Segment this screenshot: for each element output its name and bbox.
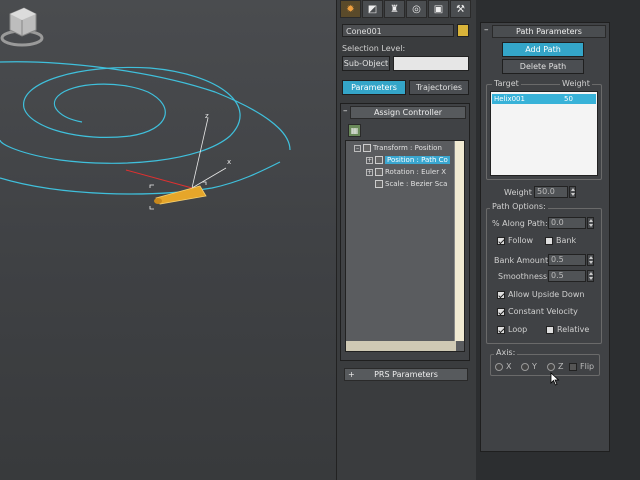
bank-amount-label: Bank Amount: [494, 256, 551, 265]
tree-row[interactable]: + Rotation : Euler X [366, 167, 446, 178]
sub-object-dropdown[interactable] [393, 56, 469, 71]
mouse-cursor-icon [550, 372, 560, 386]
loop-checkbox[interactable]: Loop [497, 325, 527, 334]
weight-spinner[interactable]: 50.0 [534, 186, 568, 198]
tab-parameters[interactable]: Parameters [342, 80, 406, 95]
target-header: Target [492, 79, 521, 88]
perspective-viewport[interactable]: z x [0, 0, 336, 480]
modify-icon[interactable]: ◩ [362, 0, 383, 18]
assign-controller-title[interactable]: Assign Controller [350, 106, 466, 119]
bank-amount-spinner-arrows[interactable] [587, 254, 594, 266]
gizmo-x-label: x [227, 158, 231, 166]
bank-checkbox[interactable]: Bank [545, 236, 576, 245]
viewcube-icon[interactable] [0, 0, 44, 48]
sub-object-button[interactable]: Sub-Object [342, 56, 390, 71]
constant-velocity-checkbox[interactable]: Constant Velocity [497, 307, 578, 316]
prs-parameters-rollout[interactable]: + PRS Parameters [344, 368, 468, 381]
flip-checkbox[interactable]: Flip [569, 362, 594, 371]
display-icon[interactable]: ▣ [428, 0, 449, 18]
tree-row[interactable]: + Position : Path Co [366, 155, 450, 166]
assign-controller-collapse[interactable]: – [343, 106, 348, 116]
prs-expand-icon: + [348, 370, 355, 379]
object-name-field[interactable]: Cone001 [342, 24, 454, 37]
target-list[interactable]: Helix001 50 [490, 91, 598, 176]
bank-amount-spinner[interactable]: 0.5 [548, 254, 586, 266]
axis-y-radio[interactable]: Y [521, 362, 537, 371]
path-parameters-collapse[interactable]: – [484, 25, 489, 35]
controller-tree: – Transform : Position + Position : Path C… [345, 140, 465, 352]
axis-title: Axis: [494, 348, 518, 357]
motion-icon[interactable]: ◎ [406, 0, 427, 18]
along-path-spinner[interactable]: 0.0 [548, 217, 586, 229]
gizmo-z-label: z [205, 112, 209, 120]
gizmo-y-axis [125, 169, 193, 189]
tree-row[interactable]: Scale : Bezier Sca [375, 179, 447, 190]
create-icon[interactable]: ✹ [340, 0, 361, 18]
utilities-icon[interactable]: ⚒ [450, 0, 471, 18]
allow-upside-down-checkbox[interactable]: Allow Upside Down [497, 290, 584, 299]
weight-spinner-arrows[interactable] [569, 186, 576, 198]
axis-z-radio[interactable]: Z [547, 362, 563, 371]
tree-horizontal-scrollbar[interactable] [346, 341, 456, 351]
cone-object [155, 185, 207, 205]
smoothness-spinner[interactable]: 0.5 [548, 270, 586, 282]
add-path-button[interactable]: Add Path [502, 42, 584, 57]
smoothness-spinner-arrows[interactable] [587, 270, 594, 282]
tree-vertical-scrollbar[interactable] [454, 141, 464, 341]
command-panel-tabs: ✹ ◩ ♜ ◎ ▣ ⚒ [340, 0, 471, 18]
scene-helix-path: z x [0, 61, 291, 210]
path-parameters-title[interactable]: Path Parameters [492, 25, 606, 38]
selection-level-label: Selection Level: [342, 44, 406, 53]
relative-checkbox[interactable]: Relative [546, 325, 589, 334]
smoothness-label: Smoothness: [498, 272, 550, 281]
along-path-label: % Along Path: [492, 219, 548, 228]
helix-spiral-bottom [0, 161, 281, 195]
prs-parameters-title: PRS Parameters [374, 370, 438, 379]
helix-spiral-outer [0, 61, 291, 151]
weight-header: Weight [560, 79, 592, 88]
path-options-title: Path Options: [490, 202, 548, 211]
axis-x-radio[interactable]: X [495, 362, 511, 371]
follow-checkbox[interactable]: Follow [497, 236, 533, 245]
object-color-swatch[interactable] [457, 24, 469, 37]
delete-path-button[interactable]: Delete Path [502, 59, 584, 74]
along-path-spinner-arrows[interactable] [587, 217, 594, 229]
list-item[interactable]: Helix001 50 [492, 94, 596, 104]
gizmo-x-axis [191, 167, 227, 189]
tab-trajectories[interactable]: Trajectories [409, 80, 469, 95]
hierarchy-icon[interactable]: ♜ [384, 0, 405, 18]
tree-row[interactable]: – Transform : Position [354, 143, 442, 154]
assign-controller-icon[interactable]: ▦ [348, 124, 361, 137]
weight-label: Weight [504, 188, 532, 197]
